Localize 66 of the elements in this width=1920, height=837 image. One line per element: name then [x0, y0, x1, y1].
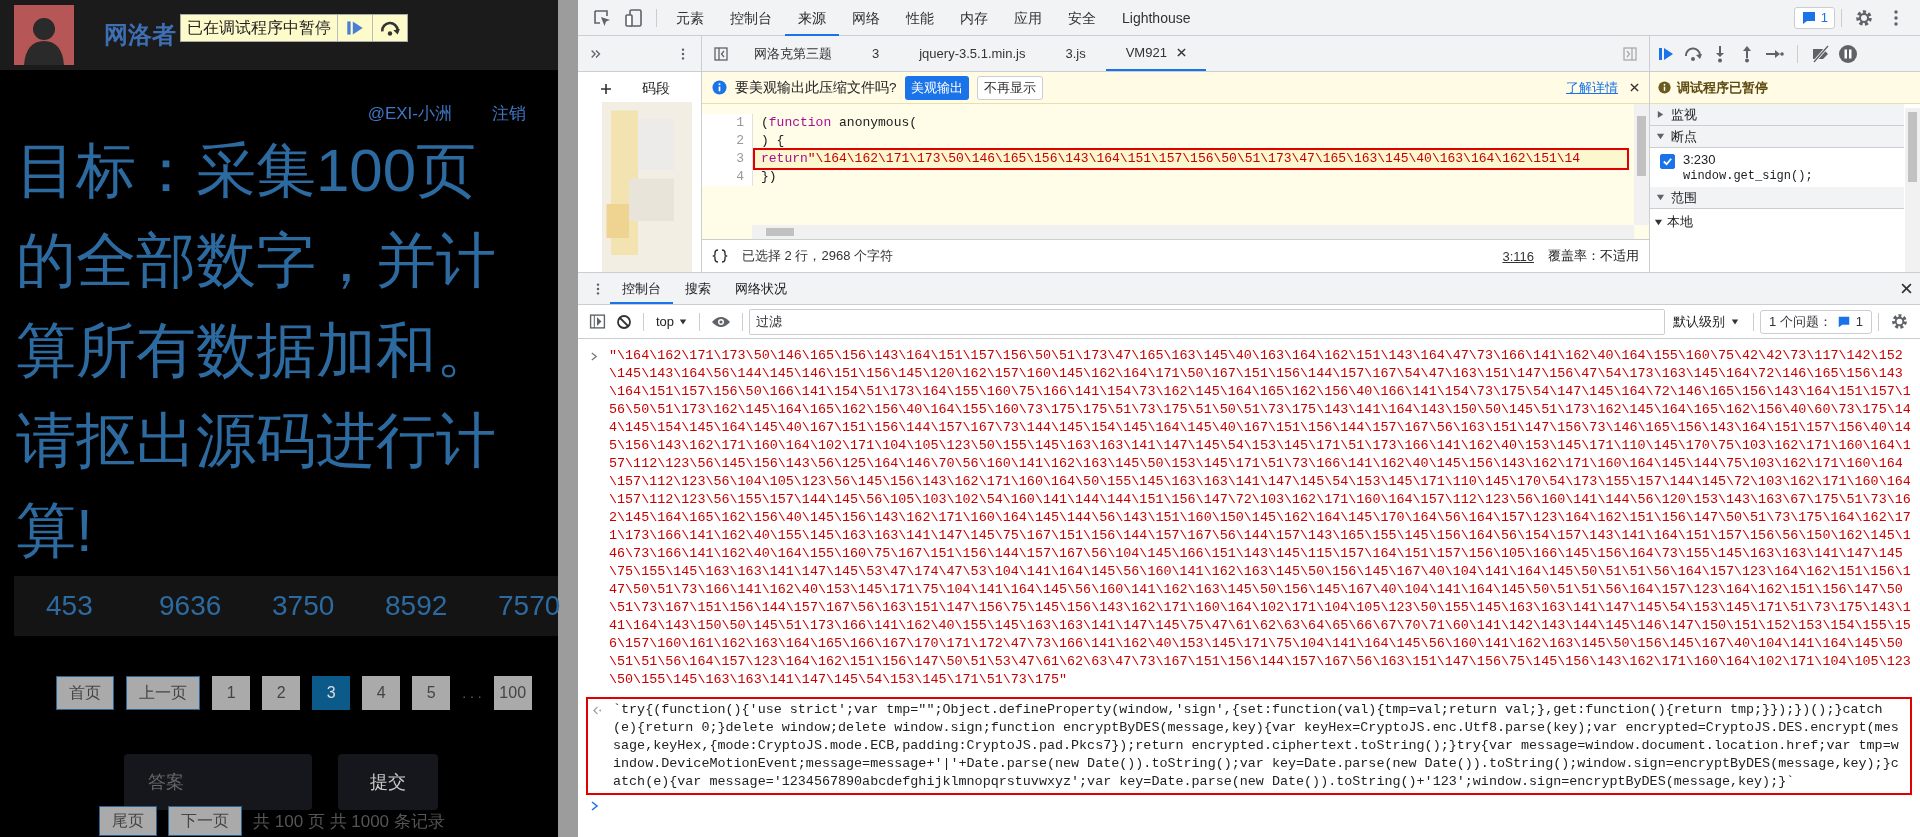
info-message: 要美观输出此压缩文件吗?: [735, 78, 897, 97]
drawer-tab[interactable]: 网络状况: [723, 273, 799, 304]
coverage-info: 覆盖率：不适用: [1548, 247, 1639, 265]
console-result-text: `try{(function(){'use strict';var tmp="";Object.defineProperty(window,'sign',{set:function(val){tmp=val;return val;},get:function(){return tmp;}});})();}catch(e){return 0;}delete window;delete window.sign;function encryptByDES(message,key){var keyHex=CryptoJS.enc.Utf8.parse(key);var encrypted=CryptoJS.DES.encrypt(message,keyHex,{mode:CryptoJS.mode.ECB,padding:CryptoJS.pad.Pkcs7});return encrypted.ciphertext.toString();}try{var message=window.document.location.href;var tmp=window.DeviceMotionEvent;message=message+'|'+Date.parse(new Date()).toString();var key=Date.parse(new Date()).toString();window.sign=encryptByDES(message,key);}catch(e){var message='1234567890abcdefghijklmnopqrstuvwxyz';var key=Date.parse(new Date()).toString()+'123';window.sign=encryptByDES(message,key);}`: [613, 701, 1900, 791]
line-number: 3: [702, 150, 753, 168]
code-line: (function anonymous(: [760, 114, 919, 132]
filter-field[interactable]: 过滤: [749, 308, 1665, 335]
page-number-button[interactable]: 3: [312, 676, 351, 710]
page-nav-button[interactable]: 尾页: [99, 806, 157, 836]
user-link[interactable]: @EXI-小洲: [367, 102, 452, 126]
file-tab[interactable]: 3: [852, 36, 900, 71]
devtools-tab[interactable]: 元素: [663, 0, 717, 36]
number-value: 453: [46, 590, 94, 622]
page-ellipsis: . . .: [462, 685, 482, 701]
number-value: 3750: [272, 590, 336, 622]
section-header[interactable]: 范围: [1650, 187, 1904, 209]
code-line: ) {: [760, 132, 786, 150]
answer-field[interactable]: 答案: [124, 754, 312, 810]
line-number: 1: [702, 114, 753, 132]
breakpoint-location: 3:230: [1683, 152, 1717, 167]
learn-more-link[interactable]: 了解详情: [1566, 78, 1618, 97]
drawer-tab[interactable]: 控制台: [610, 273, 673, 304]
submit-button[interactable]: 提交: [338, 754, 438, 810]
devtools-tab[interactable]: 控制台: [717, 0, 785, 36]
number-value: 8592: [385, 590, 449, 622]
pretty-print-button[interactable]: 美观输出: [904, 75, 969, 100]
paused-label: 已在调试程序中暂停: [186, 17, 332, 38]
code-line: }): [760, 168, 778, 186]
file-tab[interactable]: 网洛克第三题: [734, 36, 852, 71]
section-header[interactable]: 断点: [1650, 126, 1904, 148]
line-number: 2: [702, 132, 753, 150]
snippets-label[interactable]: 码段: [642, 80, 670, 98]
user-link[interactable]: 注销: [492, 102, 526, 126]
page-number-button[interactable]: 5: [412, 676, 451, 710]
file-tab[interactable]: jquery-3.5.1.min.js: [899, 36, 1046, 71]
devtools-tab[interactable]: 安全: [1055, 0, 1109, 36]
paused-text: 调试程序已暂停: [1677, 78, 1768, 97]
record-count: 共 100 页 共 1000 条记录: [253, 810, 445, 833]
log-level-selector[interactable]: 默认级别: [1664, 312, 1747, 331]
page-number-button[interactable]: 4: [362, 676, 401, 710]
section-header[interactable]: 监视: [1650, 104, 1904, 126]
site-title: 网洛者: [104, 20, 176, 50]
scope-item[interactable]: 本地: [1650, 209, 1904, 235]
page-number-button[interactable]: 100: [493, 676, 532, 710]
cursor-position-link[interactable]: 3:116: [1502, 248, 1534, 264]
breakpoint-code: window.get_sign();: [1683, 169, 1813, 183]
context-selector[interactable]: top: [650, 314, 694, 329]
devtools-tab[interactable]: Lighthouse: [1109, 0, 1204, 36]
page-nav-button[interactable]: 首页: [56, 676, 115, 710]
devtools-tab[interactable]: 网络: [839, 0, 893, 36]
issues-badge[interactable]: 1: [1793, 6, 1835, 29]
selection-info: 已选择 2 行，2968 个字符: [742, 247, 893, 265]
dismiss-button[interactable]: 不再显示: [976, 75, 1043, 100]
devtools-tab[interactable]: 内存: [947, 0, 1001, 36]
file-tab[interactable]: 3.js: [1045, 36, 1106, 71]
number-value: 9636: [159, 590, 223, 622]
drawer-tab[interactable]: 搜索: [673, 273, 723, 304]
page-number-button[interactable]: 2: [262, 676, 301, 710]
line-number: 4: [702, 168, 753, 186]
issues-button[interactable]: 1 个问题： 1: [1759, 309, 1872, 334]
page-nav-button[interactable]: 上一页: [126, 676, 201, 710]
task-heading: 目标：采集100页的全部数字，并计算所有数据加和。请抠出源码进行计算!: [15, 136, 497, 566]
console-string: "\164\162\171\173\50\146\165\156\143\164\151\157\156\50\51\173\47\165\163\145\40\163\164\162\151\143\164\47\73\166\141\162\40\164\155\160\75\42\42\73\117\142\152\145\143\164\56\144\145\146\151\156\145\120\162\157\160\145\162\164\171\50\167\151\156\144\157\167\54\47\163\151\147\156\47\54\173\163\145\164\72\146\165\156\143\164\151\157\156\50\166\141\154\51\173\164\155\160\75\166\141\154\73\162\145\164\165\162\156\40\166\141\154\73\175\54\147\145\164\72\146\165\156\143\164\151\157\156\50\51\173\162\145\164\165\162\156\40\164\155\160\73\175\175\51\73\175\51\50\51\73\175\143\141\164\143\150\50\145\51\173\162\145\164\165\162\156\40\60\73\175\144\145\154\145\164\145\40\167\151\156\144\157\167\73\144\145\154\145\164\145\40\167\151\156\144\157\167\56\163\151\147\156\73\146\165\156\143\164\151\157\156\40\145\156\143\162\171\160\164\102\171\104\105\123\50\155\145\163\163\141\147\145\54\153\145\171\51\173\166\141\162\40\153\145\171\110\145\170\75\103\162\171\160\164\157\112\123\56\145\156\143\56\125\164\146\70\56\160\141\162\163\145\50\153\145\171\51\73\166\141\162\40\145\156\143\162\171\160\164\145\144\75\103\162\171\160\164\157\112\123\56\104\105\123\56\145\156\143\162\171\160\164\50\155\145\163\163\141\147\145\54\153\145\171\110\145\170\54\173\155\157\144\145\72\103\162\171\160\164\157\112\123\56\155\157\144\145\56\105\103\102\54\160\141\144\144\151\156\147\72\103\162\171\160\164\157\112\123\56\160\141\144\56\120\153\143\163\67\175\51\73\162\145\164\165\162\156\40\145\156\143\162\171\160\164\145\144\56\143\151\160\150\145\162\164\145\170\164\56\164\157\123\164\162\151\156\147\50\51\73\175\164\162\171\173\166\141\162\40\155\145\163\163\141\147\145\75\167\151\156\144\157\167\56\144\157\143\165\155\145\156\164\56\154\157\143\141\164\151\157\156\56\150\162\145\146\73\166\141\162\40\164\155\160\75\167\151\156\144\157\167\56\104\145\166\151\143\145\115\157\164\151\157\156\105\166\145\156\164\73\155\145\163\163\141\147\145\75\155\145\163\163\141\147\145\53\47\174\47\53\104\141\164\145\56\160\141\162\163\145\50\156\145\167\40\104\141\164\145\50\51\51\56\164\157\123\164\162\151\156\147\50\51\73\166\141\162\40\153\145\171\75\104\141\164\145\56\160\141\162\163\145\50\156\145\167\40\104\141\164\145\50\51\51\56\164\157\123\164\162\151\156\147\50\51\73\167\151\156\144\157\167\56\163\151\147\156\75\145\156\143\162\171\160\164\102\171\104\105\123\50\155\145\163\163\141\147\145\54\153\145\171\51\73\175\143\141\164\143\150\50\145\51\173\166\141\162\40\155\145\163\163\141\147\145\75\47\61\62\63\64\65\66\67\70\71\60\141\142\143\144\145\146\147\150\151\152\153\154\155\156\157\160\161\162\163\164\165\166\167\170\171\172\47\73\166\141\162\40\153\145\171\75\104\141\164\145\56\160\141\162\163\145\50\156\145\167\40\104\141\164\145\50\51\51\56\164\157\123\164\162\151\156\147\50\51\53\47\61\62\63\47\73\167\151\156\144\157\167\56\163\151\147\156\75\145\156\143\162\171\160\164\102\171\104\105\123\50\155\145\163\163\141\147\145\54\153\145\171\51\73\175": [609, 347, 1912, 689]
devtools-tab[interactable]: 应用: [1001, 0, 1055, 36]
page-number-button[interactable]: 1: [212, 676, 251, 710]
devtools-tab[interactable]: 性能: [893, 0, 947, 36]
